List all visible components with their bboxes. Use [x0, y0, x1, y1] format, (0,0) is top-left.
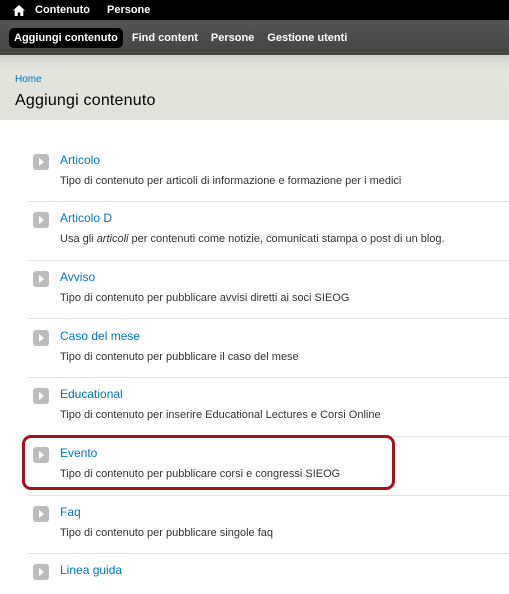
item-title[interactable]: Linea guida	[60, 563, 122, 577]
shortcuts-bar: Aggiungi contenuto Find content Persone …	[0, 20, 509, 55]
item-description: Tipo di contenuto per inserire Education…	[60, 409, 381, 421]
arrow-right-icon	[33, 564, 49, 580]
item-description: Tipo di contenuto per pubblicare avvisi …	[60, 292, 350, 304]
item-title[interactable]: Avviso	[60, 270, 95, 284]
page-title: Aggiungi contenuto	[15, 92, 156, 109]
shortcut-aggiungi-contenuto[interactable]: Aggiungi contenuto	[9, 27, 123, 48]
desc-text: Usa gli	[60, 233, 97, 245]
item-title[interactable]: Articolo D	[60, 211, 112, 225]
arrow-right-icon	[33, 154, 49, 170]
admin-toolbar: Contenuto Persone	[0, 0, 509, 20]
toolbar-contenuto[interactable]: Contenuto	[35, 4, 90, 16]
arrow-right-icon	[33, 212, 49, 228]
item-description: Tipo di contenuto per pubblicare il caso…	[60, 351, 299, 363]
item-description: Tipo di contenuto per pubblicare singole…	[60, 527, 274, 539]
list-item-educational[interactable]: Educational Tipo di contenuto per inseri…	[28, 377, 509, 436]
item-description: Tipo di contenuto per articoli di inform…	[60, 175, 402, 187]
shortcut-persone[interactable]: Persone	[211, 32, 254, 44]
highlight-annotation	[22, 435, 395, 490]
arrow-right-icon	[33, 271, 49, 287]
arrow-right-icon	[33, 388, 49, 404]
shortcut-find-content[interactable]: Find content	[132, 32, 198, 44]
item-title[interactable]: Educational	[60, 387, 123, 401]
list-item-caso-del-mese[interactable]: Caso del mese Tipo di contenuto per pubb…	[28, 318, 509, 377]
list-item-faq[interactable]: Faq Tipo di contenuto per pubblicare sin…	[28, 495, 509, 553]
item-description: Usa gli articoli per contenuti come noti…	[60, 233, 445, 245]
list-item-articolo[interactable]: Articolo Tipo di contenuto per articoli …	[28, 144, 509, 201]
list-item-articolo-d[interactable]: Articolo D Usa gli articoli per contenut…	[28, 201, 509, 260]
item-title[interactable]: Faq	[60, 505, 81, 519]
list-item-avviso[interactable]: Avviso Tipo di contenuto per pubblicare …	[28, 260, 509, 318]
content-type-list: Articolo Tipo di contenuto per articoli …	[28, 144, 509, 594]
desc-emphasis: articoli	[96, 233, 129, 245]
item-title[interactable]: Articolo	[60, 153, 100, 167]
arrow-right-icon	[33, 330, 49, 346]
item-title[interactable]: Caso del mese	[60, 329, 140, 343]
breadcrumb-home[interactable]: Home	[15, 74, 42, 85]
toolbar-persone[interactable]: Persone	[107, 4, 150, 16]
desc-text: per contenuti come notizie, comunicati s…	[128, 233, 445, 245]
shortcut-gestione-utenti[interactable]: Gestione utenti	[267, 32, 347, 44]
page-header: Home Aggiungi contenuto	[0, 55, 509, 120]
arrow-right-icon	[33, 506, 49, 522]
home-icon[interactable]	[11, 2, 27, 18]
